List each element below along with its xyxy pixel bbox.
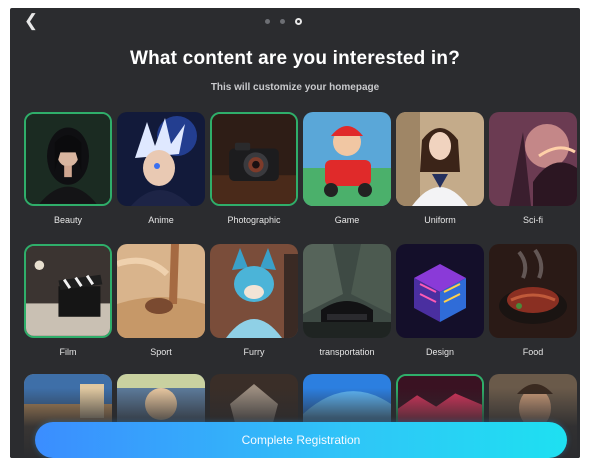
category-label: Sci-fi	[523, 215, 543, 225]
design-image	[396, 244, 484, 338]
sci-fi-image	[489, 112, 577, 206]
sport-image	[117, 244, 205, 338]
complete-registration-button[interactable]: Complete Registration	[35, 422, 567, 458]
category-label: Furry	[243, 347, 265, 357]
photographic-image	[212, 114, 296, 204]
transportation-image	[303, 244, 391, 338]
category-label: Sport	[150, 347, 172, 357]
anime-image	[117, 112, 205, 206]
category-label: Photographic	[227, 215, 281, 225]
category-label: Beauty	[53, 215, 83, 225]
category-label: Uniform	[424, 215, 456, 225]
beauty-image	[26, 114, 110, 204]
game-image	[303, 112, 391, 206]
onboarding-screen: ❮ What content are you interested in? Th…	[10, 8, 580, 458]
category-label: Food	[522, 347, 544, 357]
furry-image	[210, 244, 298, 338]
category-thumb[interactable]	[489, 112, 577, 206]
category-thumb[interactable]	[117, 244, 205, 338]
category-label: Design	[425, 347, 454, 357]
category-thumb[interactable]	[303, 244, 391, 338]
category-thumb[interactable]	[396, 112, 484, 206]
food-image	[489, 244, 577, 338]
category-label: Film	[59, 347, 77, 357]
category-label: transportation	[319, 347, 375, 357]
category-thumb[interactable]	[210, 244, 298, 338]
category-thumb[interactable]	[396, 244, 484, 338]
category-thumb[interactable]	[24, 112, 112, 206]
film-image	[26, 246, 110, 336]
category-label: Game	[334, 215, 360, 225]
category-label: Anime	[148, 215, 174, 225]
category-thumb[interactable]	[303, 112, 391, 206]
category-thumb[interactable]	[117, 112, 205, 206]
category-thumb[interactable]	[489, 244, 577, 338]
category-thumb[interactable]	[210, 112, 298, 206]
uniform-image	[396, 112, 484, 206]
category-thumb[interactable]	[24, 244, 112, 338]
